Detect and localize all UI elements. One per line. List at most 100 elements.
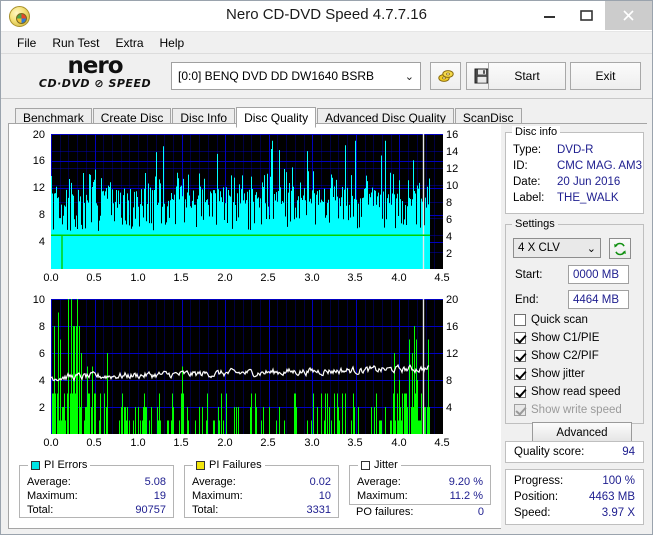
nero-logo-subtitle: CD·DVD ⊘ SPEED bbox=[38, 77, 152, 90]
show-read-speed-label: Show read speed bbox=[531, 386, 621, 398]
write-speed-select[interactable]: 4 X CLV ⌄ bbox=[513, 238, 601, 258]
chart1-xtick-1: 0.5 bbox=[86, 272, 102, 284]
title-bar: Nero CD-DVD Speed 4.7.7.16 bbox=[1, 1, 652, 32]
end-label: End: bbox=[515, 294, 539, 306]
chart1-xtick-7: 3.5 bbox=[347, 272, 363, 284]
menu-item-file[interactable]: File bbox=[9, 34, 44, 52]
chart2-ytick-4: 4 bbox=[38, 375, 45, 387]
menu-item-extra[interactable]: Extra bbox=[107, 34, 151, 52]
maximize-button[interactable] bbox=[568, 1, 605, 30]
menu-item-help[interactable]: Help bbox=[152, 34, 193, 52]
po-failures-value: 0 bbox=[477, 506, 484, 518]
start-button[interactable]: Start bbox=[488, 62, 566, 90]
jitter-maximum-label: Maximum: bbox=[357, 490, 408, 502]
chart2-svg bbox=[51, 299, 443, 434]
menu-item-run-test[interactable]: Run Test bbox=[44, 34, 107, 52]
chart2-y2tick-20: 20 bbox=[446, 294, 459, 306]
chart2-xtick-6: 3.0 bbox=[304, 437, 320, 449]
disc-info-id-value: CMC MAG. AM3 bbox=[557, 160, 642, 172]
show-c2-pif-checkbox[interactable] bbox=[514, 350, 526, 362]
speed-row: Speed: 3.97 X bbox=[506, 505, 643, 521]
jitter-average-label: Average: bbox=[357, 476, 401, 488]
pi-failures-average-value: 0.02 bbox=[309, 476, 331, 488]
jitter-legend: Jitter Average: 9.20 % Maximum: 11.2 % bbox=[349, 459, 491, 505]
pi-errors-average-value: 5.08 bbox=[144, 476, 166, 488]
chart1-ytick-4: 4 bbox=[38, 236, 45, 248]
progress-label: Progress: bbox=[514, 475, 564, 487]
chart1-xtick-0: 0.0 bbox=[43, 272, 59, 284]
disc-info-type-row: Type: DVD-R bbox=[506, 142, 643, 158]
quick-scan-checkbox[interactable] bbox=[514, 314, 526, 326]
nero-logo-word: nero bbox=[67, 53, 123, 79]
jitter-maximum-value: 11.2 % bbox=[449, 490, 483, 502]
jitter-maximum-row: Maximum: 11.2 % bbox=[350, 489, 490, 503]
position-label: Position: bbox=[514, 491, 559, 503]
chart1-y2tick-16: 16 bbox=[446, 129, 459, 141]
pi-errors-average-label: Average: bbox=[27, 476, 71, 488]
chart1-ytick-20: 20 bbox=[32, 129, 45, 141]
pi-failures-color-swatch bbox=[196, 460, 205, 470]
start-field[interactable]: 0000 MB bbox=[568, 265, 629, 284]
close-button[interactable] bbox=[605, 1, 652, 30]
chart1-ytick-8: 8 bbox=[38, 209, 45, 221]
show-jitter-checkbox-row[interactable]: Show jitter bbox=[514, 368, 585, 380]
speed-label: Speed: bbox=[514, 507, 551, 519]
disc-button[interactable] bbox=[430, 62, 461, 90]
disc-info-date-label: Date: bbox=[513, 176, 541, 188]
exit-button[interactable]: Exit bbox=[570, 62, 641, 90]
quality-score-value: 94 bbox=[622, 446, 635, 458]
show-read-speed-checkbox[interactable] bbox=[514, 386, 526, 398]
quality-score-panel: Quality score: 94 bbox=[505, 441, 644, 463]
show-c1-pie-checkbox-row[interactable]: Show C1/PIE bbox=[514, 332, 599, 344]
close-icon bbox=[623, 10, 634, 21]
chart2-xtick-7: 3.5 bbox=[347, 437, 363, 449]
quick-scan-label: Quick scan bbox=[531, 314, 588, 326]
chart2-xtick-5: 2.5 bbox=[260, 437, 276, 449]
minimize-button[interactable] bbox=[531, 1, 568, 30]
chart1-xtick-2: 1.0 bbox=[130, 272, 146, 284]
pi-errors-maximum-value: 19 bbox=[153, 490, 166, 502]
pi-failures-maximum-value: 10 bbox=[318, 490, 331, 502]
chevron-down-icon: ⌄ bbox=[586, 242, 596, 255]
settings-group: Settings 4 X CLV ⌄ Start: 0000 MB End: 4… bbox=[505, 218, 644, 443]
pi-errors-chart: 20 16 12 8 4 16 14 12 10 8 6 4 2 0.0 0.5… bbox=[9, 124, 496, 289]
end-field[interactable]: 4464 MB bbox=[568, 290, 629, 309]
chart1-xtick-6: 3.0 bbox=[304, 272, 320, 284]
disc-info-date-row: Date: 20 Jun 2016 bbox=[506, 174, 643, 190]
pi-errors-legend-caption: PI Errors bbox=[28, 459, 91, 471]
quality-score-row: Quality score: 94 bbox=[506, 442, 643, 462]
menu-bar: File Run Test Extra Help bbox=[1, 32, 652, 54]
refresh-icon bbox=[614, 242, 626, 255]
chart2-ytick-2: 2 bbox=[38, 402, 45, 414]
drive-select[interactable]: [0:0] BENQ DVD DD DW1640 BSRB ⌄ bbox=[171, 62, 421, 90]
chart1-svg bbox=[51, 134, 443, 269]
show-c2-pif-checkbox-row[interactable]: Show C2/PIF bbox=[514, 350, 599, 362]
show-write-speed-checkbox-row: Show write speed bbox=[514, 404, 622, 416]
app-window: Nero CD-DVD Speed 4.7.7.16 File Run Test… bbox=[0, 0, 653, 535]
disc-info-type-label: Type: bbox=[513, 144, 542, 156]
show-c1-pie-checkbox[interactable] bbox=[514, 332, 526, 344]
progress-row: Progress: 100 % bbox=[506, 473, 643, 489]
disc-icon bbox=[437, 70, 454, 82]
show-jitter-checkbox[interactable] bbox=[514, 368, 526, 380]
chart2-xtick-0: 0.0 bbox=[43, 437, 59, 449]
show-read-speed-checkbox-row[interactable]: Show read speed bbox=[514, 386, 621, 398]
refresh-button[interactable] bbox=[609, 238, 631, 259]
quick-scan-checkbox-row[interactable]: Quick scan bbox=[514, 314, 588, 326]
show-c1-pie-label: Show C1/PIE bbox=[531, 332, 600, 344]
jitter-legend-caption: Jitter bbox=[358, 459, 401, 471]
pi-failures-chart: 10 8 6 4 2 20 16 12 8 4 0.0 0.5 1.0 1.5 … bbox=[9, 289, 496, 457]
pi-errors-total-value: 90757 bbox=[135, 504, 166, 516]
chart1-ytick-16: 16 bbox=[32, 155, 45, 167]
advanced-button[interactable]: Advanced bbox=[532, 422, 632, 443]
chart1-y2tick-2: 2 bbox=[446, 248, 453, 260]
pi-errors-maximum-row: Maximum: 19 bbox=[20, 489, 173, 503]
start-label: Start: bbox=[515, 269, 543, 281]
pi-failures-maximum-row: Maximum: 10 bbox=[185, 489, 338, 503]
tab-disc-quality[interactable]: Disc Quality bbox=[236, 107, 317, 128]
disc-info-label-value: THE_WALK bbox=[557, 192, 619, 204]
disc-info-id-row: ID: CMC MAG. AM3 bbox=[506, 158, 643, 174]
chart1-y2tick-12: 12 bbox=[446, 163, 459, 175]
chart1-plot-area bbox=[51, 134, 443, 269]
pi-failures-legend: PI Failures Average: 0.02 Maximum: 10 To… bbox=[184, 459, 339, 518]
